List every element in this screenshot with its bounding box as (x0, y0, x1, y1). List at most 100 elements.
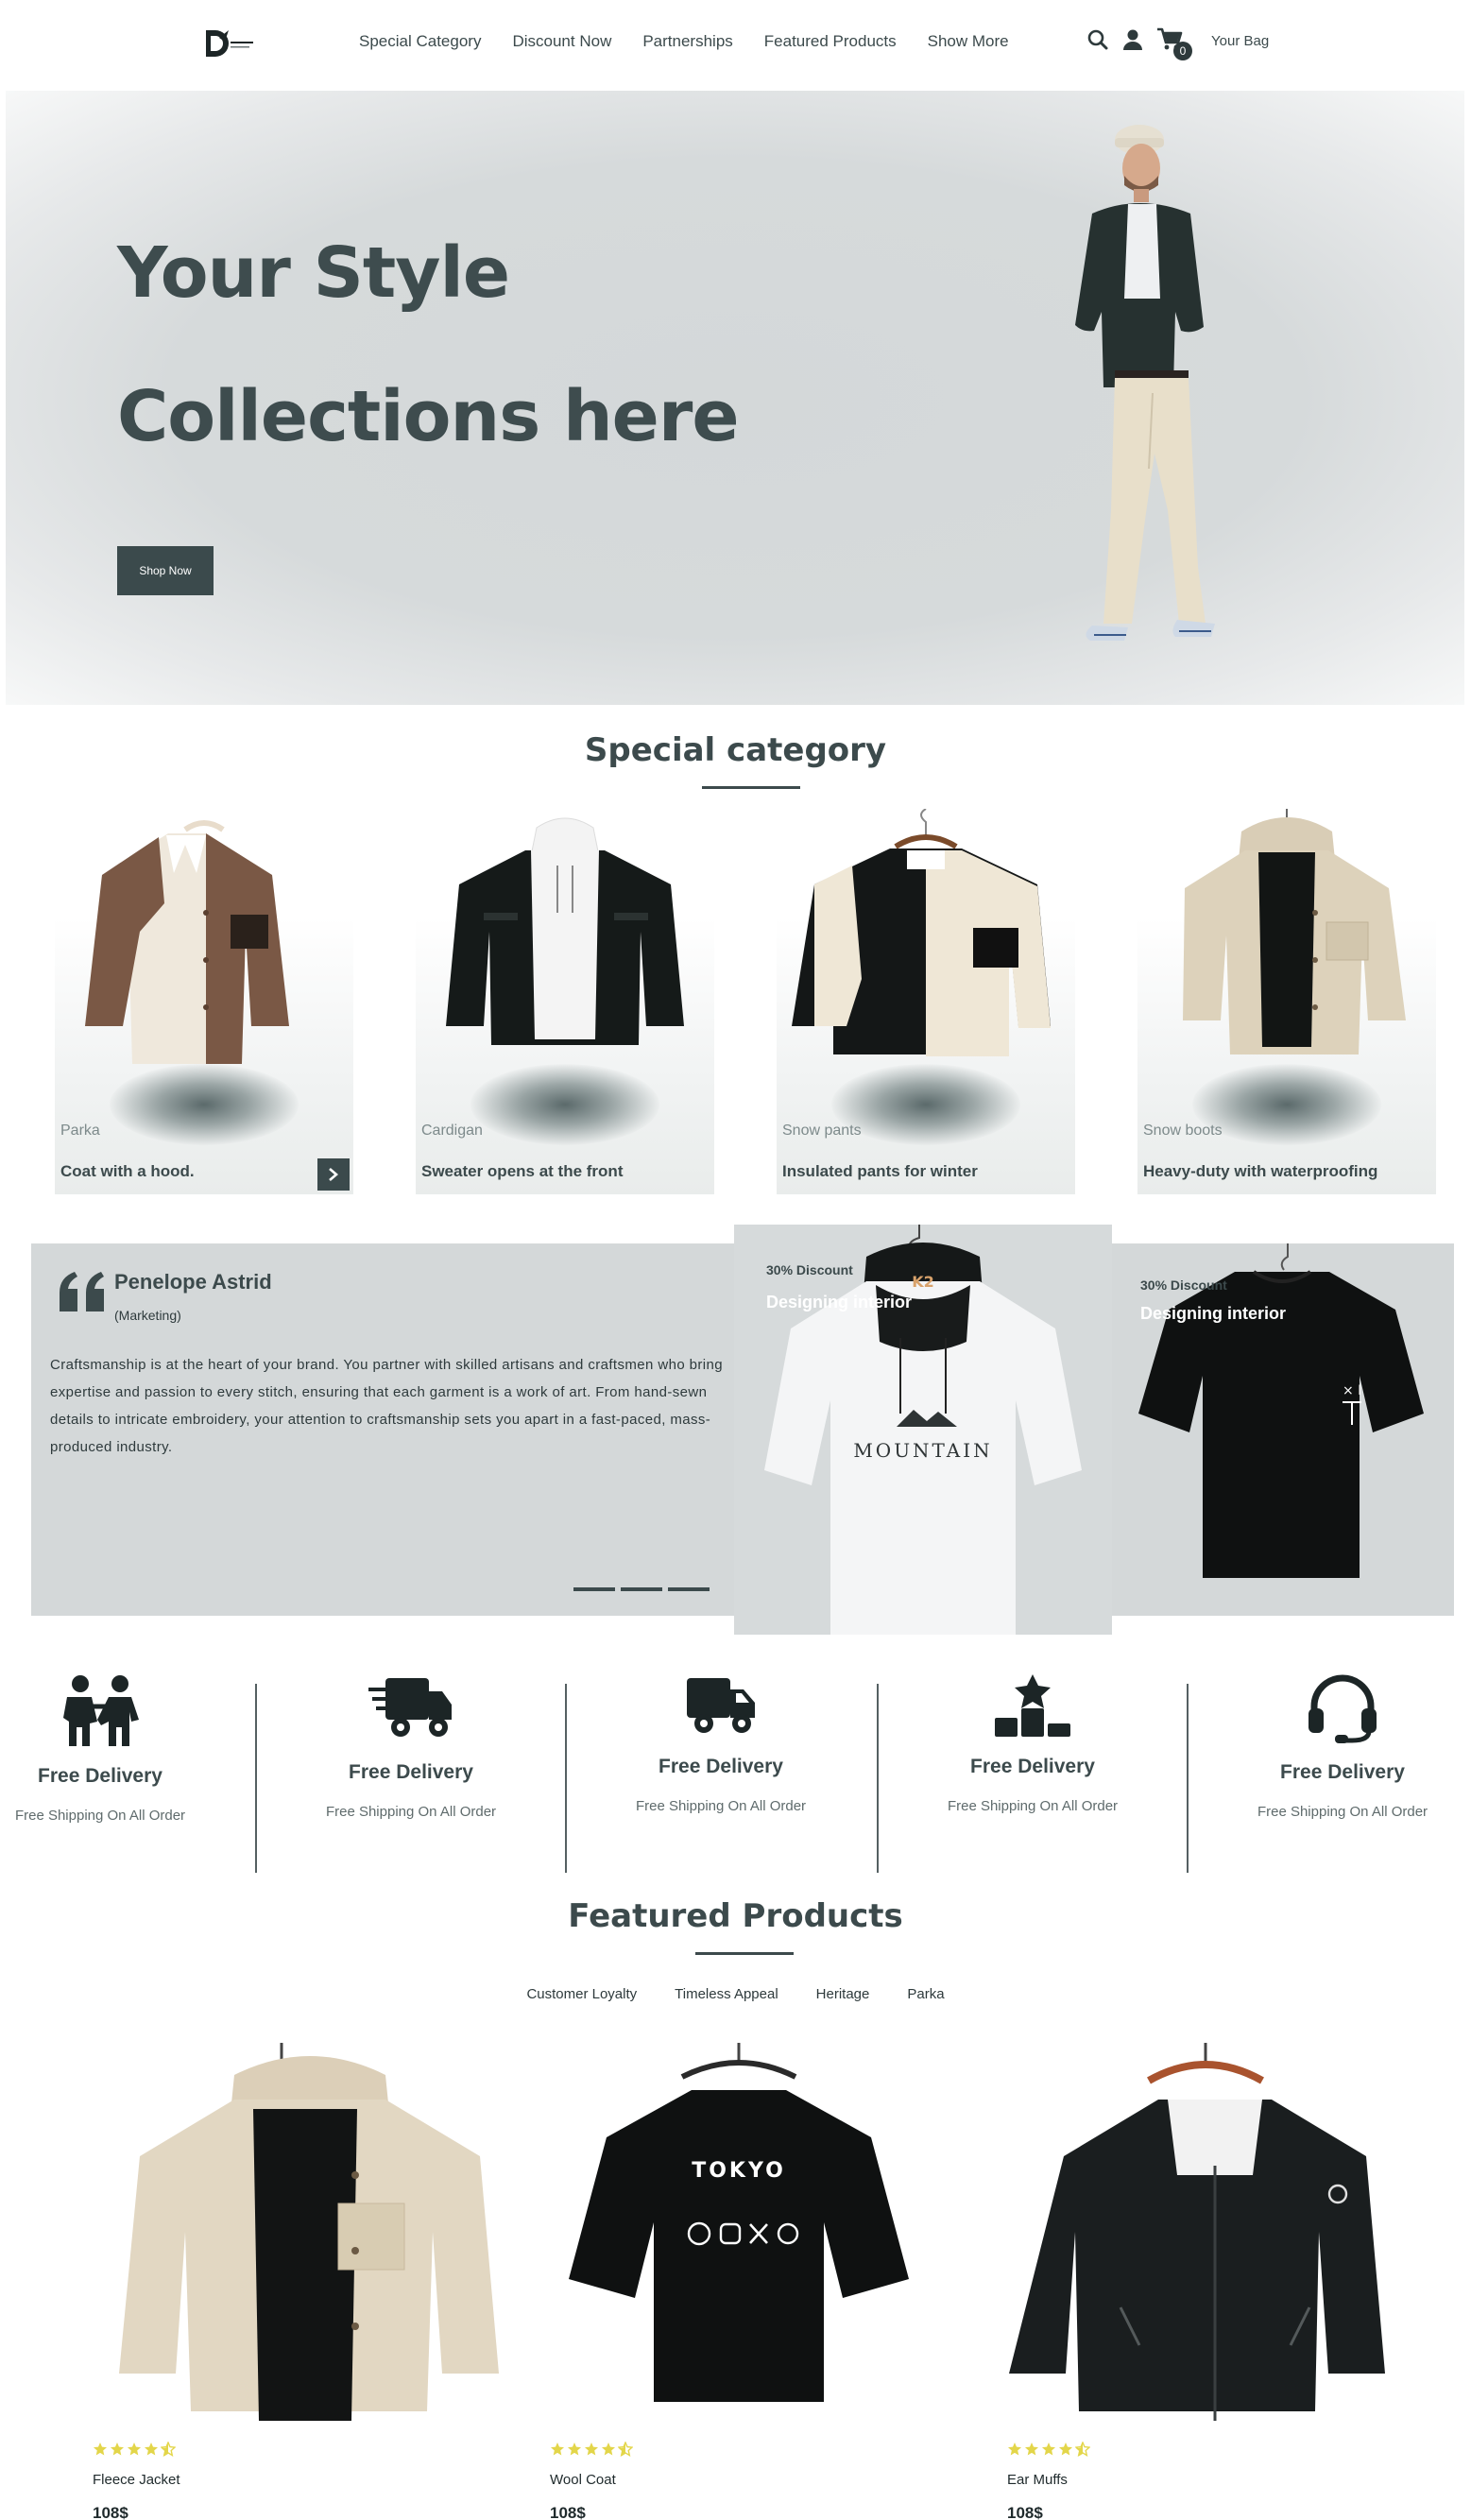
chevron-right-icon (329, 1168, 338, 1181)
product-card[interactable]: Ear Muffs 108$ (1007, 2043, 1442, 2520)
star-half-icon (161, 2442, 176, 2457)
category-label: Snow boots (1143, 1123, 1223, 1139)
category-image (792, 809, 1051, 1056)
promo-card[interactable]: × I 30% Discount Designing interior (1112, 1243, 1454, 1616)
product-print-text: TOKYO (692, 2159, 786, 2183)
main-menu: Special Category Discount Now Partnershi… (359, 32, 1009, 51)
cart-button[interactable]: 0 (1156, 26, 1192, 60)
product-card[interactable]: TOKYO Wool Coat 108$ (550, 2043, 984, 2520)
category-label: Cardigan (421, 1123, 483, 1139)
category-title: Heavy-duty with waterproofing (1143, 1162, 1378, 1180)
star-icon (551, 2443, 564, 2456)
product-name: Wool Coat (550, 2472, 616, 2488)
hero-banner: Your Style Collections here Shop Now (6, 91, 1464, 705)
promo-product-image: MOUNTAIN K2 (764, 1225, 1082, 1635)
quote-icon (60, 1272, 104, 1311)
testimonial-role: (Marketing) (114, 1308, 181, 1323)
feature-divider (877, 1684, 879, 1873)
feature-item: Free Delivery Free Shipping On All Order (924, 1672, 1141, 1822)
star-icon (145, 2443, 158, 2456)
feature-divider (1187, 1684, 1189, 1873)
promo-discount: 30% Discount (1140, 1277, 1227, 1293)
tab-heritage[interactable]: Heritage (816, 1986, 870, 2002)
featured-products-underline (695, 1952, 794, 1955)
tab-timeless-appeal[interactable]: Timeless Appeal (675, 1986, 778, 2002)
brand-logo[interactable] (202, 25, 259, 62)
feature-title: Free Delivery (1280, 1761, 1405, 1783)
card-shadow (110, 1064, 299, 1145)
shop-now-button[interactable]: Shop Now (117, 546, 214, 595)
star-icon (1042, 2443, 1055, 2456)
next-arrow-button[interactable] (317, 1158, 350, 1191)
rating-stars (550, 2442, 633, 2457)
star-icon (1025, 2443, 1038, 2456)
product-card[interactable]: Fleece Jacket 108$ (93, 2043, 527, 2520)
product-image (119, 2043, 499, 2421)
tab-parka[interactable]: Parka (907, 1986, 944, 2002)
feature-item: Free Delivery Free Shipping On All Order (302, 1672, 520, 1827)
slider-dot[interactable] (573, 1587, 615, 1591)
podium-star-icon (995, 1674, 1070, 1737)
product-filter-tabs: Customer Loyalty Timeless Appeal Heritag… (0, 1986, 1471, 2002)
hero-heading-line-2: Collections here (117, 376, 740, 457)
feature-text: Free Shipping On All Order (947, 1798, 1119, 1814)
card-shadow (470, 1064, 659, 1145)
nav-link-featured-products[interactable]: Featured Products (764, 32, 897, 51)
hero-model-image (1075, 125, 1215, 641)
feature-text: Free Shipping On All Order (14, 1808, 186, 1824)
tab-customer-loyalty[interactable]: Customer Loyalty (526, 1986, 637, 2002)
cart-count-badge: 0 (1173, 42, 1192, 60)
star-icon (568, 2443, 581, 2456)
hanger-brand-text: K2 (912, 1273, 934, 1291)
product-price: 108$ (550, 2504, 586, 2520)
category-title: Sweater opens at the front (421, 1162, 624, 1180)
promo-heading: Designing interior (1140, 1304, 1287, 1323)
nav-link-discount-now[interactable]: Discount Now (512, 32, 611, 51)
star-half-icon (1075, 2442, 1090, 2457)
search-icon[interactable] (1086, 28, 1109, 51)
slider-dot[interactable] (621, 1587, 662, 1591)
feature-divider (565, 1684, 567, 1873)
user-icon[interactable] (1122, 28, 1143, 51)
feature-item: Free Delivery Free Shipping On All Order (1234, 1672, 1451, 1827)
nav-link-special-category[interactable]: Special Category (359, 32, 481, 51)
category-label: Snow pants (782, 1123, 862, 1139)
product-price: 108$ (93, 2504, 128, 2520)
category-title: Coat with a hood. (60, 1162, 195, 1180)
feature-title: Free Delivery (659, 1756, 783, 1777)
promo-product-image: × I (1138, 1243, 1424, 1578)
product-price: 108$ (1007, 2504, 1043, 2520)
category-image (1183, 809, 1406, 1054)
nav-link-partnerships[interactable]: Partnerships (642, 32, 732, 51)
category-card[interactable]: Parka Coat with a hood. (55, 809, 353, 1194)
promo-card[interactable]: MOUNTAIN K2 30% Discount Designing inter… (734, 1225, 1112, 1635)
product-name: Fleece Jacket (93, 2472, 180, 2488)
feature-item: Free Delivery Free Shipping On All Order (612, 1672, 830, 1822)
category-image (85, 820, 289, 1064)
category-card[interactable]: Cardigan Sweater opens at the front (416, 809, 714, 1194)
feature-text: Free Shipping On All Order (635, 1798, 807, 1814)
star-half-icon (618, 2442, 633, 2457)
your-bag-link[interactable]: Your Bag (1211, 33, 1269, 49)
hero-heading-line-1: Your Style (117, 232, 510, 314)
product-image: TOKYO (569, 2043, 909, 2402)
nav-link-show-more[interactable]: Show More (928, 32, 1009, 51)
feature-title: Free Delivery (38, 1765, 162, 1787)
top-navbar: Special Category Discount Now Partnershi… (0, 0, 1471, 87)
feature-divider (255, 1684, 257, 1873)
feature-title: Free Delivery (970, 1756, 1095, 1777)
feature-title: Free Delivery (349, 1761, 473, 1783)
svg-text:× I: × I (1343, 1383, 1361, 1398)
star-icon (602, 2443, 615, 2456)
slider-indicators (573, 1587, 710, 1591)
slider-dot[interactable] (668, 1587, 710, 1591)
nav-actions: 0 Your Bag (1086, 26, 1269, 60)
testimonial-panel: Penelope Astrid (Marketing) Craftsmanshi… (31, 1243, 734, 1616)
feature-text: Free Shipping On All Order (1257, 1804, 1428, 1820)
category-image (446, 817, 684, 1045)
featured-products-title: Featured Products (568, 1897, 903, 1935)
star-icon (111, 2443, 124, 2456)
category-card[interactable]: Snow boots Heavy-duty with waterproofing (1137, 809, 1436, 1194)
category-card[interactable]: Snow pants Insulated pants for winter (777, 809, 1075, 1194)
star-icon (94, 2443, 107, 2456)
